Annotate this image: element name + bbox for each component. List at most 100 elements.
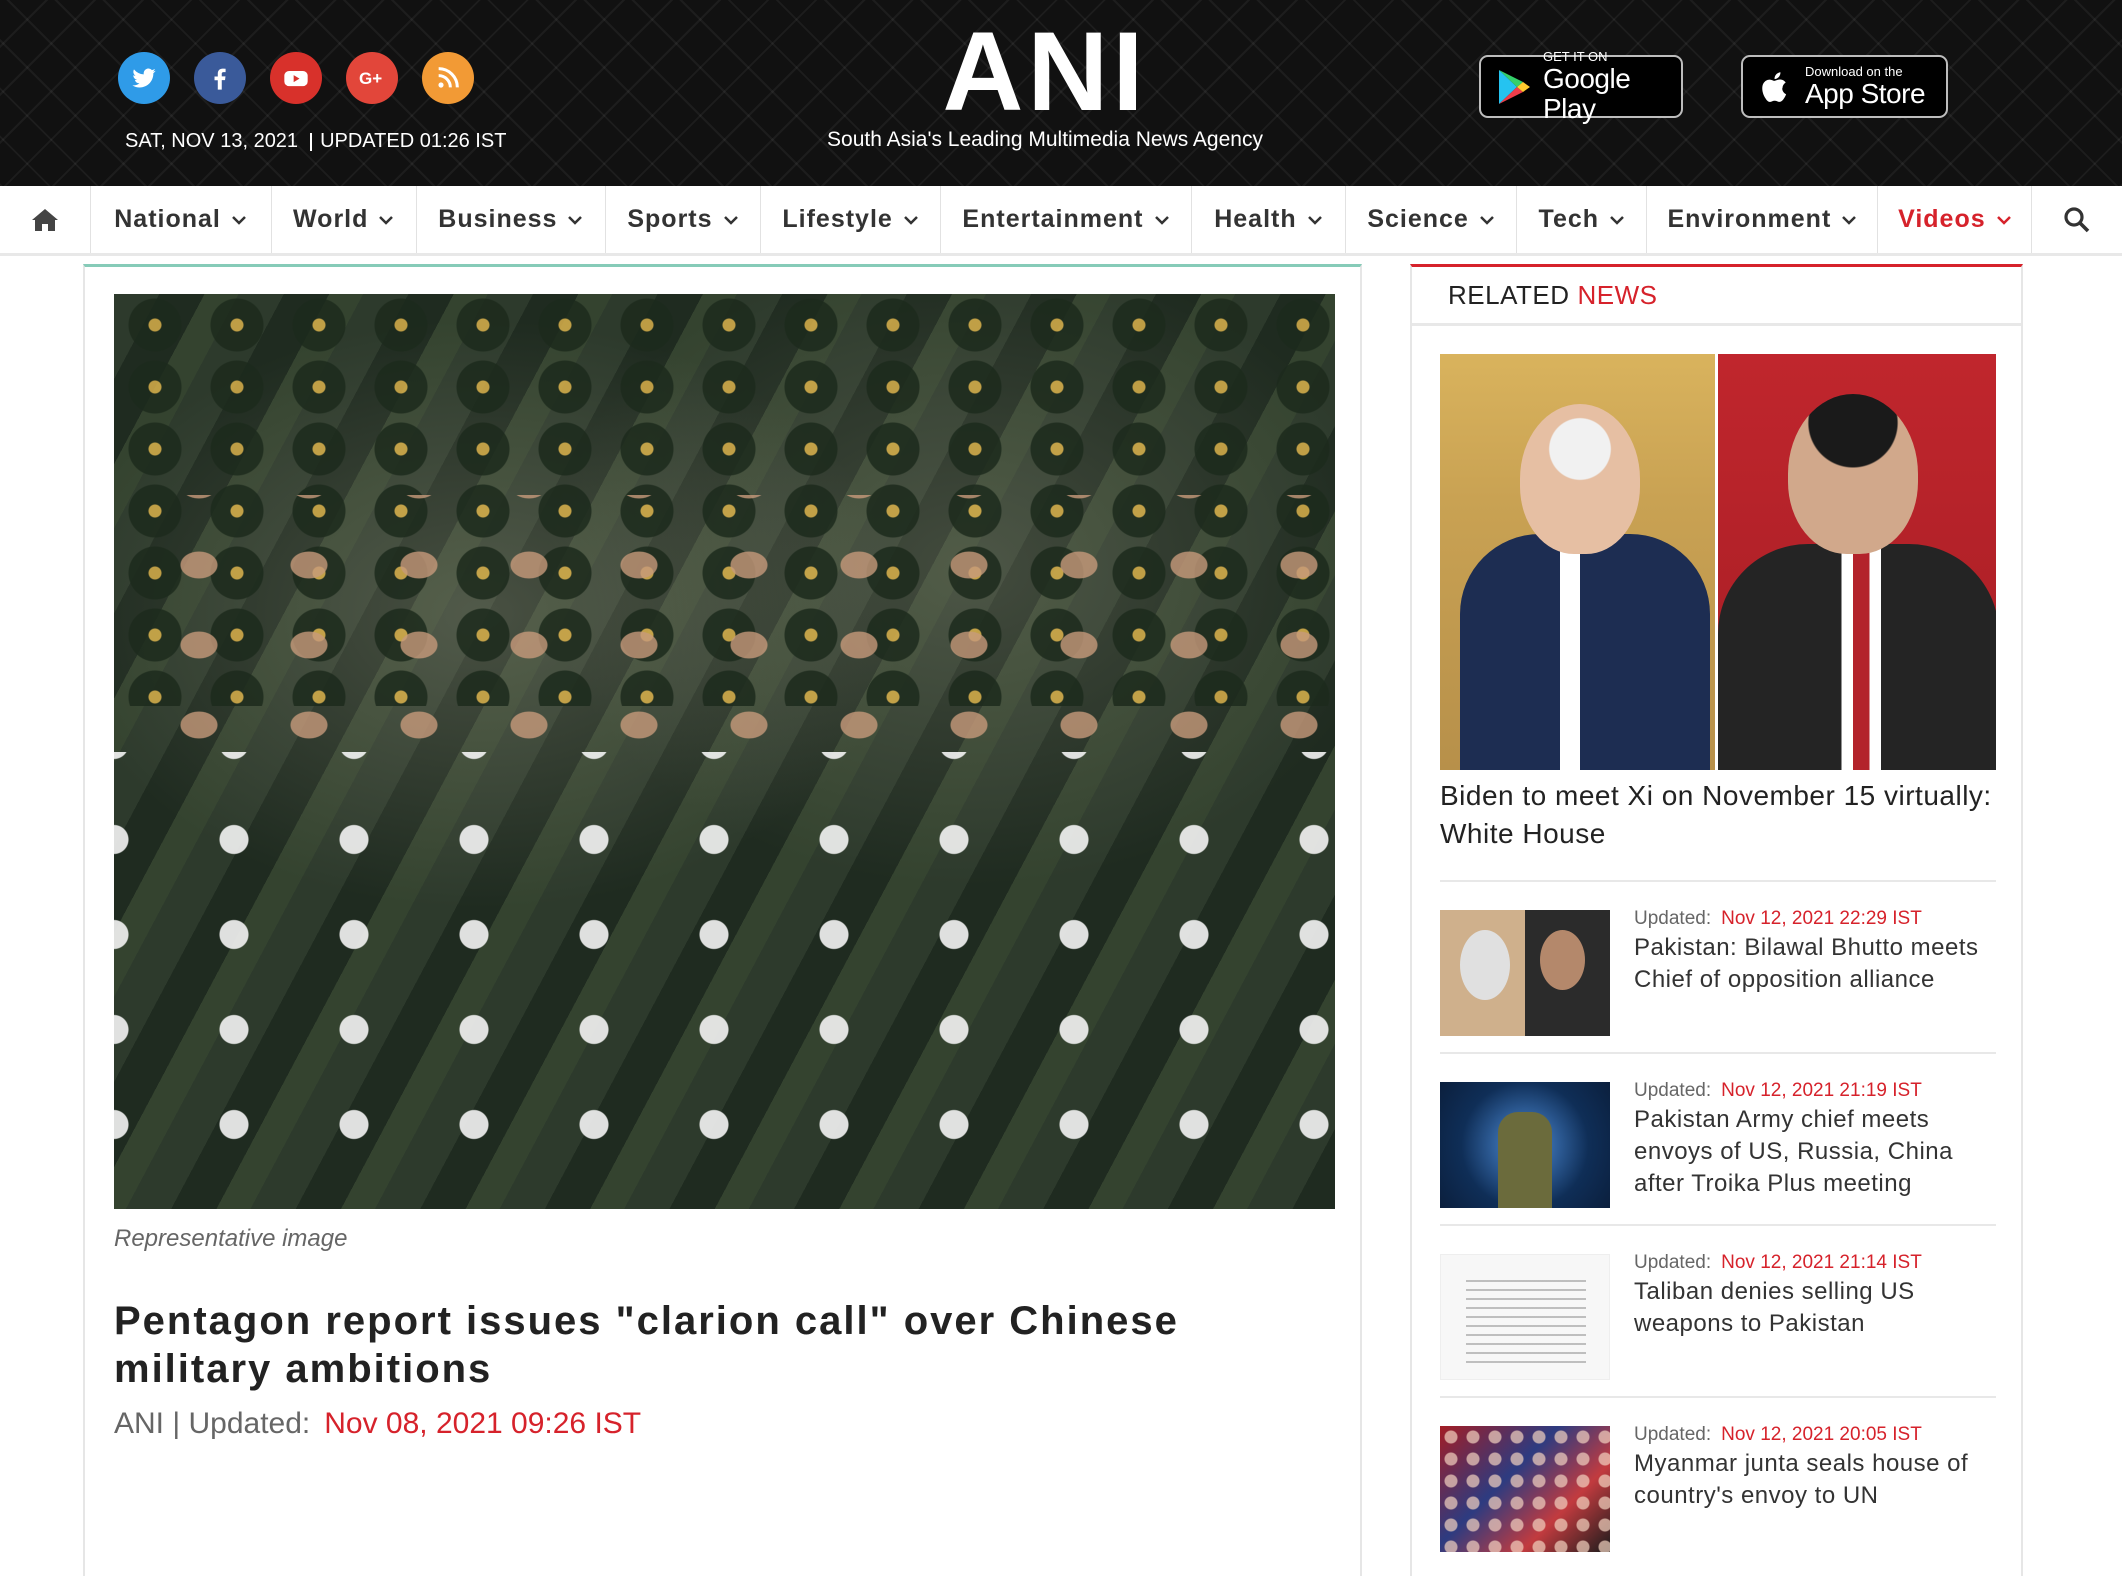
nav-item-videos[interactable]: Videos xyxy=(1878,186,2033,253)
article-title: Pentagon report issues "clarion call" ov… xyxy=(114,1299,1179,1391)
nav-label: Health xyxy=(1214,205,1297,233)
site-logo[interactable]: ANI South Asia's Leading Multimedia News… xyxy=(820,9,1270,152)
news-thumbnail[interactable] xyxy=(1440,910,1610,1036)
chevron-down-icon xyxy=(1996,215,2011,225)
chevron-down-icon xyxy=(1154,215,1169,225)
image-figure xyxy=(1460,534,1710,770)
image-figure xyxy=(1788,394,1918,554)
nav-label: Videos xyxy=(1898,205,1986,233)
app-store-name: App Store xyxy=(1805,77,1926,109)
news-thumbnail[interactable] xyxy=(1440,1254,1610,1380)
updated-label: Updated: xyxy=(1634,1080,1712,1101)
nav-item-health[interactable]: Health xyxy=(1192,186,1347,253)
app-store-small: Download on the xyxy=(1805,63,1903,79)
chevron-down-icon xyxy=(903,215,918,225)
list-item[interactable]: Updated: Nov 12, 2021 21:14 IST Taliban d… xyxy=(1440,1224,1996,1396)
updated-label: Updated: xyxy=(1634,908,1712,929)
feature-image[interactable] xyxy=(1440,354,1996,770)
nav-item-sports[interactable]: Sports xyxy=(606,186,762,253)
chevron-down-icon xyxy=(379,215,394,225)
chevron-down-icon xyxy=(1610,215,1624,225)
google-plus-icon[interactable]: G+ xyxy=(346,52,398,104)
nav-item-world[interactable]: World xyxy=(272,186,417,253)
related-news-heading: RELATED NEWS xyxy=(1412,267,2021,326)
nav-item-environment[interactable]: Environment xyxy=(1647,186,1879,253)
image-figure xyxy=(1520,404,1640,554)
news-text: Updated: Nov 12, 2021 21:14 IST Taliban d… xyxy=(1634,1252,2004,1340)
nav-label: Business xyxy=(438,205,558,233)
nav-item-entertainment[interactable]: Entertainment xyxy=(941,186,1192,253)
updated-label: Updated: xyxy=(1634,1424,1712,1445)
rss-icon[interactable] xyxy=(422,52,474,104)
news-date: Nov 12, 2021 20:05 IST xyxy=(1721,1424,1922,1445)
article-date: Nov 08, 2021 09:26 IST xyxy=(324,1407,642,1440)
thumb-detail xyxy=(1498,1112,1552,1208)
nav-item-lifestyle[interactable]: Lifestyle xyxy=(761,186,942,253)
news-date: Nov 12, 2021 21:14 IST xyxy=(1721,1252,1922,1273)
apple-icon xyxy=(1762,71,1787,102)
nav-label: Lifestyle xyxy=(782,205,893,233)
article-hero-image[interactable] xyxy=(114,294,1335,1209)
chevron-down-icon xyxy=(1842,215,1857,225)
nav-label: Sports xyxy=(627,205,713,233)
date-bar: SAT, NOV 13, 2021 UPDATED 01:26 IST xyxy=(125,130,506,153)
news-updated: Updated: Nov 12, 2021 22:29 IST xyxy=(1634,908,2004,930)
nav-label: World xyxy=(293,205,369,233)
news-thumbnail[interactable] xyxy=(1440,1082,1610,1208)
google-play-icon xyxy=(1499,69,1530,104)
list-item[interactable]: Updated: Nov 12, 2021 21:19 IST Pakistan … xyxy=(1440,1052,1996,1224)
chevron-down-icon xyxy=(568,215,583,225)
nav-label: Science xyxy=(1367,205,1469,233)
feature-title-link[interactable]: Biden to meet Xi on November 15 virtuall… xyxy=(1440,777,1996,853)
nav-item-science[interactable]: Science xyxy=(1346,186,1518,253)
google-play-button[interactable]: GET IT ON Google Play xyxy=(1479,49,1683,123)
news-title-link[interactable]: Myanmar junta seals house of country's e… xyxy=(1634,1448,2004,1512)
news-date: Nov 12, 2021 22:29 IST xyxy=(1721,908,1922,929)
nav-label: National xyxy=(114,205,221,233)
thumb-detail xyxy=(1460,930,1510,1000)
list-item[interactable]: Updated: Nov 12, 2021 22:29 IST Pakistan:… xyxy=(1440,880,1996,1052)
news-title-link[interactable]: Pakistan: Bilawal Bhutto meets Chief of … xyxy=(1634,932,2004,996)
news-updated: Updated: Nov 12, 2021 20:05 IST xyxy=(1634,1424,2004,1446)
main-nav: National World Business Sports Lifestyle… xyxy=(0,186,2122,256)
hero-image-texture xyxy=(114,495,1335,752)
heading-news: NEWS xyxy=(1577,279,1658,310)
news-thumbnail[interactable] xyxy=(1440,1426,1610,1552)
image-figure xyxy=(1718,544,1996,770)
svg-text:G+: G+ xyxy=(359,69,382,88)
home-icon[interactable] xyxy=(0,186,91,253)
chevron-down-icon xyxy=(231,215,246,225)
chevron-down-icon xyxy=(1479,215,1494,225)
image-caption: Representative image xyxy=(114,1225,348,1252)
list-item[interactable]: Updated: Nov 12, 2021 20:05 IST Myanmar j… xyxy=(1440,1396,1996,1568)
twitter-icon[interactable] xyxy=(118,52,170,104)
article-source: ANI | Updated: xyxy=(114,1407,311,1440)
news-text: Updated: Nov 12, 2021 22:29 IST Pakistan:… xyxy=(1634,908,2004,996)
news-date: Nov 12, 2021 21:19 IST xyxy=(1721,1080,1922,1101)
updated-label: Updated: xyxy=(1634,1252,1712,1273)
nav-label: Environment xyxy=(1667,205,1832,233)
app-store-button[interactable]: Download on the App Store xyxy=(1741,55,1948,118)
news-text: Updated: Nov 12, 2021 21:19 IST Pakistan … xyxy=(1634,1080,2004,1200)
current-date: SAT, NOV 13, 2021 xyxy=(125,130,299,152)
feature-image-left xyxy=(1440,354,1715,770)
feature-image-right xyxy=(1715,354,1996,770)
thumb-detail xyxy=(1466,1273,1586,1363)
nav-item-national[interactable]: National xyxy=(91,186,272,253)
facebook-icon[interactable] xyxy=(194,52,246,104)
thumb-detail xyxy=(1440,1426,1610,1552)
logo-text: ANI xyxy=(942,9,1148,134)
heading-related: RELATED xyxy=(1448,279,1570,310)
news-title-link[interactable]: Pakistan Army chief meets envoys of US, … xyxy=(1634,1104,2004,1200)
nav-item-tech[interactable]: Tech xyxy=(1517,186,1648,253)
site-header: G+ SAT, NOV 13, 2021 UPDATED 01:26 IST A… xyxy=(0,0,2122,186)
youtube-icon[interactable] xyxy=(270,52,322,104)
search-icon[interactable] xyxy=(2032,186,2122,253)
hero-image-texture xyxy=(114,751,1335,1164)
article: Representative image Pentagon report iss… xyxy=(83,264,1362,1576)
nav-item-business[interactable]: Business xyxy=(417,186,606,253)
news-title-link[interactable]: Taliban denies selling US weapons to Pak… xyxy=(1634,1276,2004,1340)
article-meta: ANI | Updated: Nov 08, 2021 09:26 IST xyxy=(114,1407,641,1441)
chevron-down-icon xyxy=(723,215,738,225)
nav-label: Tech xyxy=(1538,205,1600,233)
